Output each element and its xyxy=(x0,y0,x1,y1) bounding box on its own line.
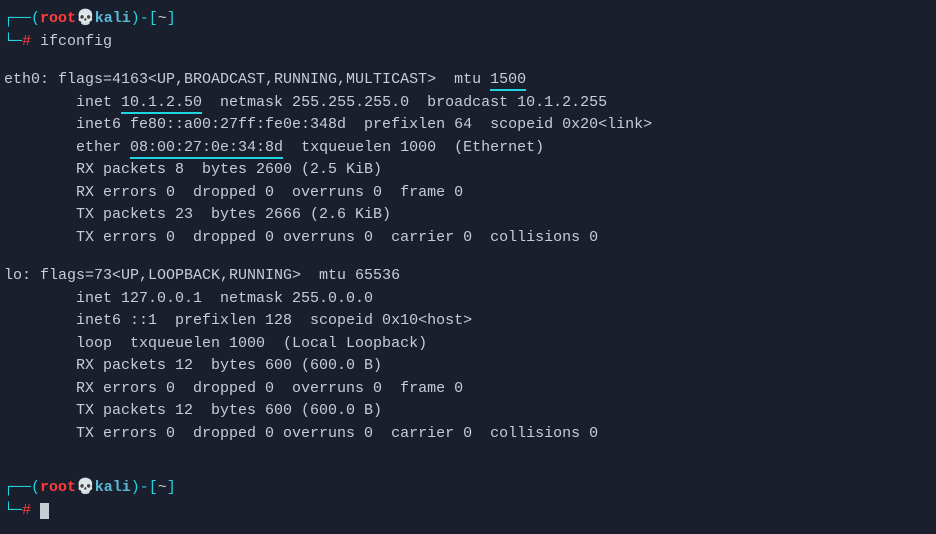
lo-inet: inet 127.0.0.1 netmask 255.0.0.0 xyxy=(4,288,932,311)
command-ifconfig: ifconfig xyxy=(40,33,112,50)
eth0-mac-highlighted: 08:00:27:0e:34:8d xyxy=(130,139,283,159)
eth0-mtu-highlighted: 1500 xyxy=(490,71,526,91)
eth0-rx-packets: RX packets 8 bytes 2600 (2.5 KiB) xyxy=(4,159,932,182)
prompt-close-paren: ) xyxy=(131,10,140,27)
prompt-user: root xyxy=(40,10,76,27)
prompt-path: ~ xyxy=(158,10,167,27)
eth0-ip-highlighted: 10.1.2.50 xyxy=(121,94,202,114)
prompt-hash: # xyxy=(22,33,31,50)
terminal-cursor[interactable] xyxy=(40,503,49,519)
prompt-line-2: ┌──(root💀kali)-[~] xyxy=(4,477,932,500)
prompt-hash-2: # xyxy=(22,502,31,519)
lo-header: lo: flags=73<UP,LOOPBACK,RUNNING> mtu 65… xyxy=(4,265,932,288)
prompt-command-line-1[interactable]: └─# ifconfig xyxy=(4,31,932,54)
eth0-tx-errors: TX errors 0 dropped 0 overruns 0 carrier… xyxy=(4,227,932,250)
eth0-header: eth0: flags=4163<UP,BROADCAST,RUNNING,MU… xyxy=(4,69,932,92)
prompt-dash: - xyxy=(140,10,149,27)
eth0-rx-errors: RX errors 0 dropped 0 overruns 0 frame 0 xyxy=(4,182,932,205)
skull-icon-2: 💀 xyxy=(76,479,95,496)
eth0-inet6: inet6 fe80::a00:27ff:fe0e:348d prefixlen… xyxy=(4,114,932,137)
prompt-line-1: ┌──(root💀kali)-[~] xyxy=(4,8,932,31)
prompt-corner-top-2: ┌──( xyxy=(4,479,40,496)
prompt-corner-bottom: └─ xyxy=(4,33,22,50)
prompt-host-2: kali xyxy=(95,479,131,496)
prompt-host: kali xyxy=(95,10,131,27)
lo-rx-packets: RX packets 12 bytes 600 (600.0 B) xyxy=(4,355,932,378)
eth0-tx-packets: TX packets 23 bytes 2666 (2.6 KiB) xyxy=(4,204,932,227)
prompt-close-paren-2: ) xyxy=(131,479,140,496)
prompt-corner-top: ┌──( xyxy=(4,10,40,27)
prompt-bracket-open-2: [ xyxy=(149,479,158,496)
lo-tx-errors: TX errors 0 dropped 0 overruns 0 carrier… xyxy=(4,423,932,446)
prompt-dash-2: - xyxy=(140,479,149,496)
prompt-bracket-open: [ xyxy=(149,10,158,27)
lo-loop: loop txqueuelen 1000 (Local Loopback) xyxy=(4,333,932,356)
prompt-corner-bottom-2: └─ xyxy=(4,502,22,519)
eth0-ether: ether 08:00:27:0e:34:8d txqueuelen 1000 … xyxy=(4,137,932,160)
prompt-bracket-close-2: ] xyxy=(167,479,176,496)
prompt-command-line-2[interactable]: └─# xyxy=(4,500,932,523)
eth0-inet: inet 10.1.2.50 netmask 255.255.255.0 bro… xyxy=(4,92,932,115)
lo-tx-packets: TX packets 12 bytes 600 (600.0 B) xyxy=(4,400,932,423)
lo-inet6: inet6 ::1 prefixlen 128 scopeid 0x10<hos… xyxy=(4,310,932,333)
skull-icon: 💀 xyxy=(76,10,95,27)
prompt-bracket-close: ] xyxy=(167,10,176,27)
lo-rx-errors: RX errors 0 dropped 0 overruns 0 frame 0 xyxy=(4,378,932,401)
prompt-user-2: root xyxy=(40,479,76,496)
prompt-path-2: ~ xyxy=(158,479,167,496)
